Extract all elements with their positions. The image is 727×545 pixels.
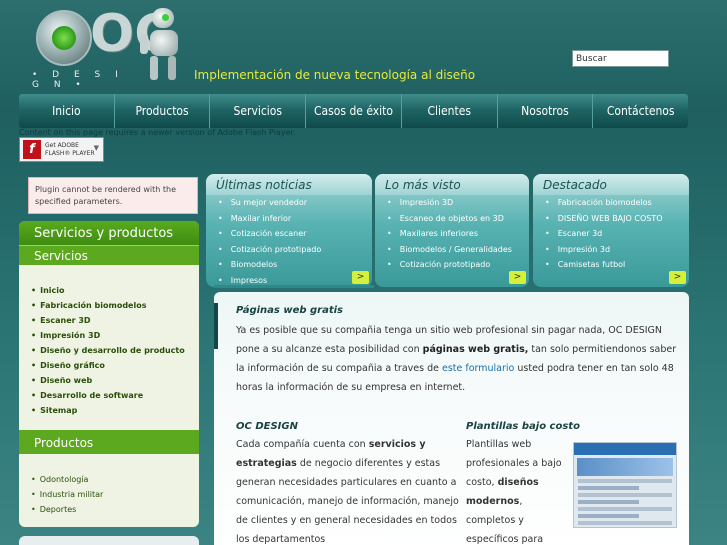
most-viewed-item[interactable]: Cotización prototipado [387,257,529,273]
featured-item[interactable]: Escaner 3d [545,226,689,242]
sidebar: Servicios y productos Servicios Inicio F… [19,221,199,527]
most-viewed-more-button[interactable]: > [509,271,526,284]
logo-subtitle: • D E S I G N • [32,70,124,90]
robot-mascot-icon [140,8,188,82]
main-heading: Páginas web gratis [236,305,343,316]
sidebar-item-grafico[interactable]: Diseño gráfico [31,358,199,373]
templates-heading: Plantillas bajo costo [466,421,580,432]
logo[interactable]: OC • D E S I G N • [28,6,172,90]
sidebar-section-productos: Productos [19,430,199,454]
nav-nosotros[interactable]: Nosotros [498,94,594,128]
intro-paragraph: Ya es posible que su compañia tenga un s… [236,325,677,393]
heading-accent-bar [214,303,218,349]
download-arrow-icon: ▼ [93,144,99,152]
sidebar-item-escaner[interactable]: Escaner 3D [31,313,199,328]
sidebar-next-panel [19,536,199,545]
main-content: Páginas web gratis Ya es posible que su … [214,292,689,545]
flash-notice: Content on this page requires a newer ve… [19,128,296,137]
logo-disc-icon [36,10,92,66]
form-link[interactable]: este formulario [442,363,514,374]
sidebar-item-biomodelos[interactable]: Fabricación biomodelos [31,298,199,313]
sidebar-item-militar[interactable]: Industria militar [31,487,199,502]
nav-inicio[interactable]: Inicio [19,94,115,128]
news-more-button[interactable]: > [352,271,369,284]
plugin-error: Plugin cannot be rendered with the speci… [28,177,198,214]
most-viewed-box-title: Lo más visto [375,174,529,195]
sidebar-item-web[interactable]: Diseño web [31,373,199,388]
sidebar-section-servicios: Servicios [19,245,199,265]
most-viewed-item[interactable]: Impresión 3D [387,195,529,211]
nav-casos-de-exito[interactable]: Casos de éxito [306,94,402,128]
featured-item[interactable]: Camisetas futbol [545,257,689,273]
news-box: Últimas noticias Su mejor vendedor Maxil… [206,174,372,287]
news-item[interactable]: Maxilar inferior [218,211,372,227]
featured-item[interactable]: DISEÑO WEB BAJO COSTO [545,211,689,227]
nav-servicios[interactable]: Servicios [210,94,307,128]
featured-box: Destacado Fabricación biomodelos DISEÑO … [533,174,689,287]
flash-button-line1: Get ADOBE [45,141,79,149]
most-viewed-box: Lo más visto Impresión 3D Escaneo de obj… [375,174,529,287]
templates-paragraph: Plantillas web profesionales a bajo cost… [466,439,562,545]
nav-clientes[interactable]: Clientes [402,94,498,128]
nav-productos[interactable]: Productos [115,94,211,128]
flash-logo-icon: f [23,140,41,159]
sidebar-item-odontologia[interactable]: Odontología [31,472,199,487]
sidebar-title: Servicios y productos [19,221,199,245]
main-nav: Inicio Productos Servicios Casos de éxit… [19,94,688,128]
site-tagline: Implementación de nueva tecnología al di… [194,68,476,82]
oc-design-paragraph: Cada compañía cuenta con servicios y est… [236,439,459,545]
sidebar-item-deportes[interactable]: Deportes [31,502,199,517]
news-item[interactable]: Su mejor vendedor [218,195,372,211]
most-viewed-item[interactable]: Escaneo de objetos en 3D [387,211,529,227]
news-item[interactable]: Cotización escaner [218,226,372,242]
flash-button-line2: FLASH® PLAYER [45,149,95,157]
nav-contactenos[interactable]: Contáctenos [593,94,688,128]
featured-item[interactable]: Impresión 3d [545,242,689,258]
featured-item[interactable]: Fabricación biomodelos [545,195,689,211]
sidebar-item-sitemap[interactable]: Sitemap [31,403,199,418]
most-viewed-item[interactable]: Maxilares inferiores [387,226,529,242]
news-item[interactable]: Cotización prototipado [218,242,372,258]
featured-box-title: Destacado [533,174,689,195]
news-item[interactable]: Biomodelos [218,257,372,273]
search-input[interactable] [572,50,669,67]
sidebar-item-software[interactable]: Desarrollo de software [31,388,199,403]
get-flash-button[interactable]: f Get ADOBE FLASH® PLAYER ▼ [19,137,104,162]
most-viewed-item[interactable]: Biomodelos / Generalidades [387,242,529,258]
oc-design-heading: OC DESIGN [236,421,298,432]
sidebar-item-inicio[interactable]: Inicio [31,283,199,298]
news-box-underline [214,285,374,288]
sidebar-item-producto[interactable]: Diseño y desarrollo de producto [31,343,199,358]
template-thumbnail[interactable] [573,442,677,528]
news-box-title: Últimas noticias [206,174,372,195]
sidebar-item-impresion[interactable]: Impresión 3D [31,328,199,343]
featured-more-button[interactable]: > [669,271,686,284]
